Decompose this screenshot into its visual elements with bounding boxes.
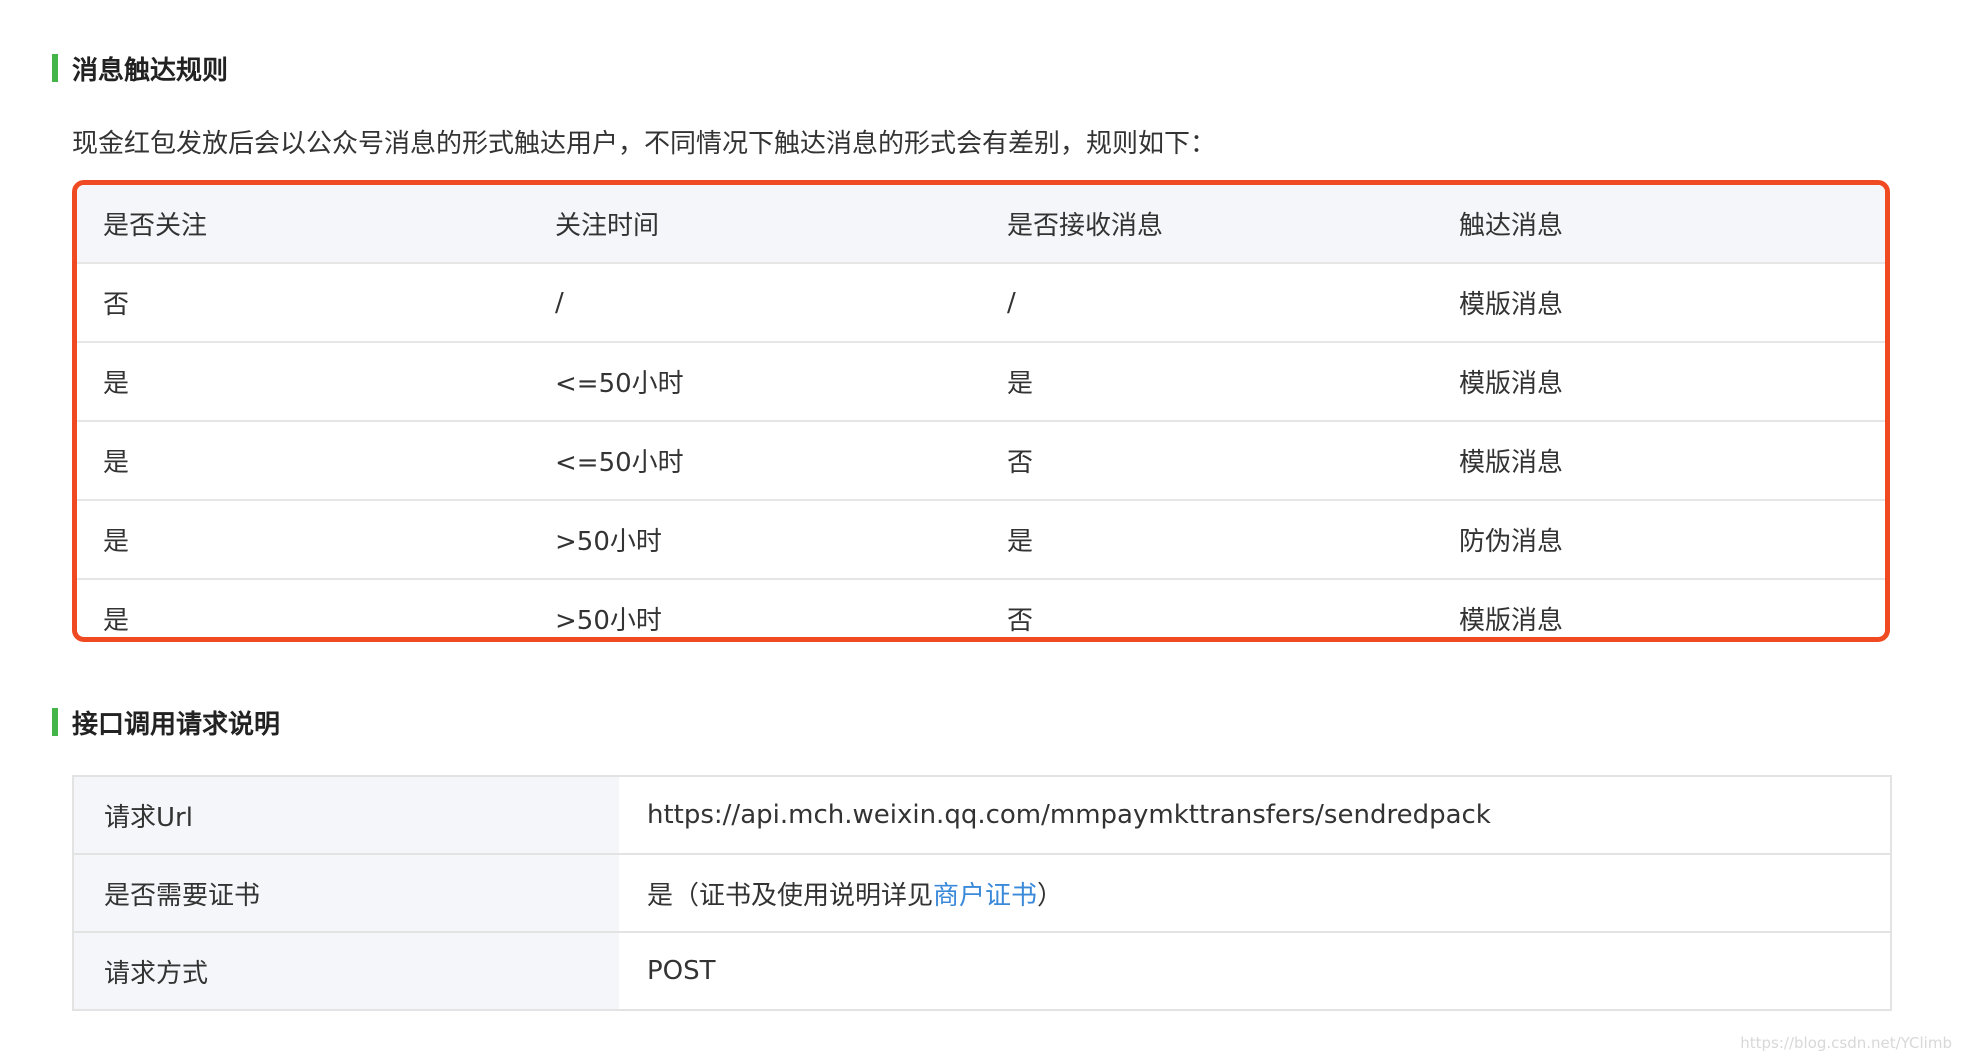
table-cell: 是 (77, 500, 529, 580)
table-row: 是 <=50小时 是 模版消息 (77, 342, 1885, 422)
table-header-row: 是否关注 关注时间 是否接收消息 触达消息 (77, 185, 1885, 264)
column-header: 触达消息 (1433, 185, 1885, 264)
section-accent-bar (52, 708, 58, 736)
table-cell: / (981, 263, 1433, 343)
api-info-table: 请求Url https://api.mch.weixin.qq.com/mmpa… (74, 777, 1890, 1009)
table-cell: 模版消息 (1433, 421, 1885, 501)
table-cell: 是 (981, 500, 1433, 580)
request-url-value: https://api.mch.weixin.qq.com/mmpaymkttr… (619, 777, 1890, 855)
table-cell: >50小时 (529, 500, 981, 580)
table-cell: 防伪消息 (1433, 500, 1885, 580)
table-cell: / (529, 263, 981, 343)
table-cell: <=50小时 (529, 342, 981, 422)
row-key: 是否需要证书 (74, 854, 619, 933)
api-info-table-wrapper: 请求Url https://api.mch.weixin.qq.com/mmpa… (72, 775, 1892, 1011)
section-title: 消息触达规则 (72, 55, 229, 86)
row-key: 请求方式 (74, 932, 619, 1009)
table-row: 请求方式 POST (74, 932, 1890, 1009)
table-cell: 是 (77, 421, 529, 501)
section-header-message-rules: 消息触达规则 (52, 48, 228, 88)
column-header: 是否关注 (77, 185, 529, 264)
rules-table: 是否关注 关注时间 是否接收消息 触达消息 否 / / 模版消息 是 <=50小… (77, 185, 1885, 637)
table-cell: 是 (77, 342, 529, 422)
column-header: 是否接收消息 (981, 185, 1433, 264)
table-cell: 是 (981, 342, 1433, 422)
certificate-value-prefix: 是（证书及使用说明详见 (647, 880, 934, 911)
table-row: 是 >50小时 是 防伪消息 (77, 500, 1885, 580)
table-row: 是否需要证书 是（证书及使用说明详见商户证书） (74, 854, 1890, 933)
table-cell: 模版消息 (1433, 342, 1885, 422)
table-cell: 模版消息 (1459, 606, 1564, 636)
column-header: 关注时间 (529, 185, 981, 264)
table-cell: 模版消息 (1433, 263, 1885, 343)
merchant-certificate-link[interactable]: 商户证书 (933, 881, 1037, 911)
certificate-value: 是（证书及使用说明详见商户证书） (619, 854, 1890, 933)
table-row: 请求Url https://api.mch.weixin.qq.com/mmpa… (74, 777, 1890, 855)
section-title: 接口调用请求说明 (72, 709, 281, 740)
table-cell: 否 (1007, 606, 1034, 636)
table-cell: 否 (981, 421, 1433, 501)
section-header-api-request: 接口调用请求说明 (52, 702, 280, 742)
certificate-value-suffix: ） (1037, 880, 1064, 911)
table-cell: 否 (77, 263, 529, 343)
section-accent-bar (52, 54, 58, 82)
request-method-value: POST (619, 932, 1890, 1009)
row-key: 请求Url (74, 777, 619, 855)
table-row: 是 >50小时 否 模版消息 (77, 579, 1885, 637)
table-cell: >50小时 (555, 606, 662, 636)
table-row: 否 / / 模版消息 (77, 263, 1885, 343)
watermark: https://blog.csdn.net/YClimb (1740, 1034, 1952, 1052)
table-cell: <=50小时 (529, 421, 981, 501)
rules-description: 现金红包发放后会以公众号消息的形式触达用户，不同情况下触达消息的形式会有差别，规… (72, 129, 1217, 159)
table-row: 是 <=50小时 否 模版消息 (77, 421, 1885, 501)
rules-table-highlight: 是否关注 关注时间 是否接收消息 触达消息 否 / / 模版消息 是 <=50小… (72, 180, 1890, 642)
table-cell: 是 (103, 606, 130, 636)
